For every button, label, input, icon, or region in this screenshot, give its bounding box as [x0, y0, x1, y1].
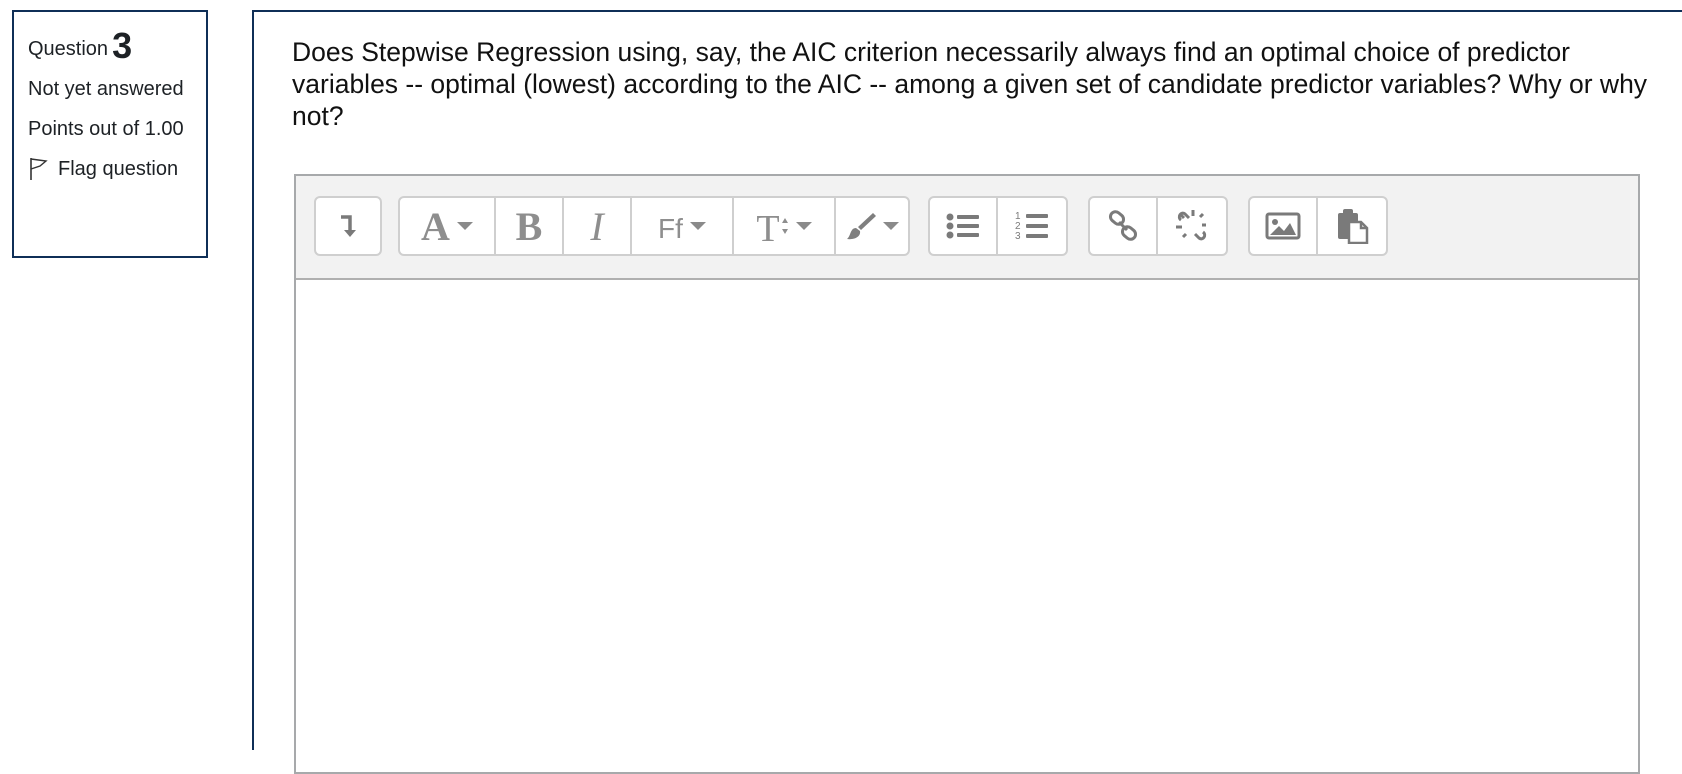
question-state: Not yet answered — [28, 78, 184, 100]
toolbar-group-style: A B I Ff T — [398, 196, 910, 256]
show-more-buttons-button[interactable] — [316, 198, 380, 254]
chevron-down-icon — [689, 222, 706, 230]
chevron-down-icon — [882, 222, 899, 230]
flag-icon — [30, 158, 48, 180]
link-button[interactable] — [1090, 198, 1158, 254]
question-number-value: 3 — [112, 25, 133, 66]
toolbar-group-lists: 1 2 3 — [928, 196, 1068, 256]
bold-button[interactable]: B — [496, 198, 564, 254]
svg-text:3: 3 — [1015, 231, 1021, 242]
question-label: Question — [28, 38, 109, 60]
answer-text-area[interactable] — [296, 280, 1638, 772]
italic-button[interactable]: I — [564, 198, 632, 254]
unordered-list-button[interactable] — [930, 198, 998, 254]
font-color-icon: A — [421, 203, 450, 249]
font-size-icon: T — [756, 208, 780, 250]
ordered-list-button[interactable]: 1 2 3 — [998, 198, 1066, 254]
font-color-button[interactable]: A — [400, 198, 496, 254]
italic-icon: I — [590, 203, 604, 249]
unlink-button[interactable] — [1158, 198, 1226, 254]
editor-toolbar: A B I Ff T 1 2 3 — [296, 176, 1638, 280]
numbered-list-icon: 1 2 3 — [1015, 211, 1048, 242]
paste-icon — [1338, 209, 1369, 244]
chevron-down-icon — [456, 222, 473, 230]
image-icon — [1265, 212, 1301, 240]
toolbar-group-links — [1088, 196, 1228, 256]
question-text: Does Stepwise Regression using, say, the… — [292, 37, 1648, 131]
bold-icon: B — [515, 203, 543, 249]
font-size-updown-icon — [781, 218, 788, 234]
flag-question-label: Flag question — [58, 158, 179, 180]
font-family-button[interactable]: Ff — [632, 198, 734, 254]
question-content: Does Stepwise Regression using, say, the… — [252, 10, 1682, 774]
question-number: Question 3 — [28, 28, 192, 64]
link-icon — [1108, 210, 1138, 241]
bullet-list-icon — [946, 213, 979, 239]
font-size-button[interactable]: T — [734, 198, 836, 254]
toolbar-group-media — [1248, 196, 1388, 256]
paste-button[interactable] — [1318, 198, 1386, 254]
toolbar-group-collapse — [314, 196, 382, 256]
question-grade: Points out of 1.00 — [28, 118, 184, 140]
chevron-down-icon — [795, 222, 812, 230]
unlink-icon — [1176, 210, 1207, 241]
paintbrush-icon — [846, 213, 876, 240]
question-info-panel: Question 3 Not yet answered Points out of… — [12, 10, 208, 258]
answer-editor: A B I Ff T 1 2 3 — [294, 174, 1640, 774]
insert-image-button[interactable] — [1250, 198, 1318, 254]
level-down-arrow-icon — [341, 215, 356, 237]
background-color-button[interactable] — [836, 198, 908, 254]
flag-question-button[interactable]: Flag question — [28, 156, 192, 182]
font-family-icon: Ff — [658, 213, 683, 244]
